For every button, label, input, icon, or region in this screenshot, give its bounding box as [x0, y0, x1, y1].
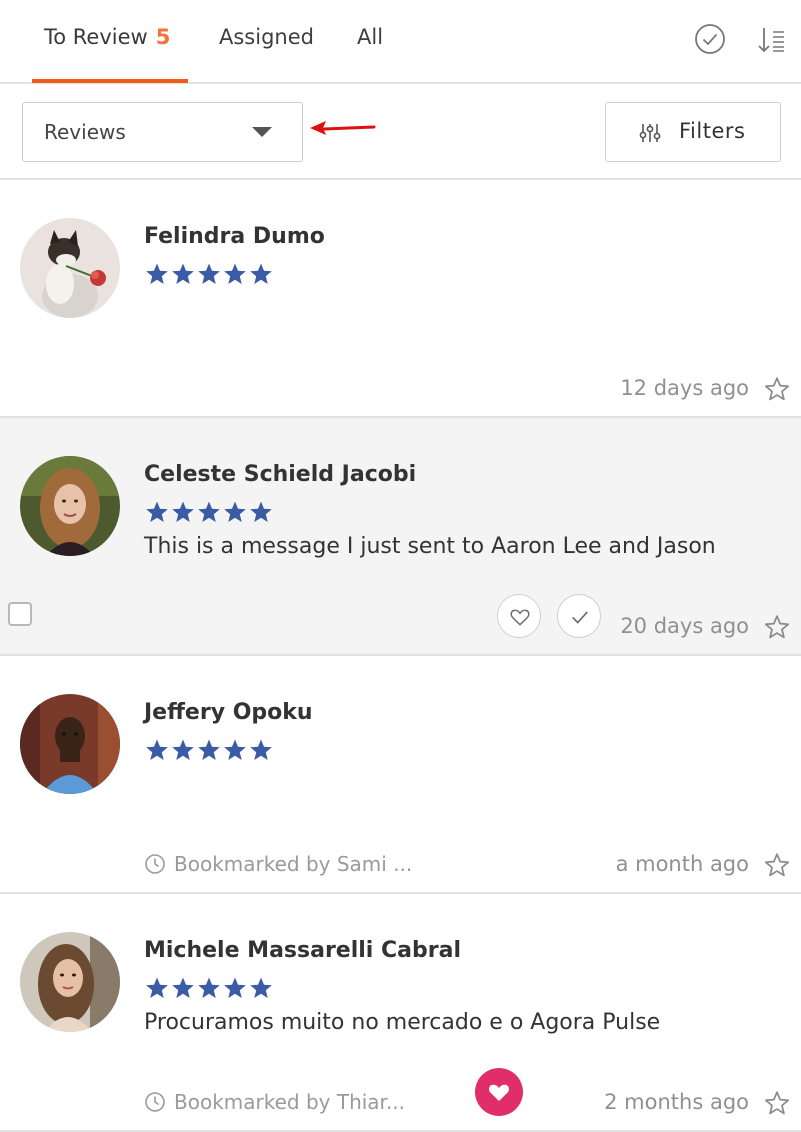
star-outline-icon[interactable] [764, 614, 790, 640]
review-time: a month ago [615, 852, 749, 876]
tab-assigned[interactable]: Assigned [219, 25, 314, 49]
select-checkbox[interactable] [8, 602, 32, 626]
star-filled-icon [250, 739, 272, 760]
star-filled-icon [250, 977, 272, 998]
mark-reviewed-button[interactable] [557, 594, 601, 638]
avatar [20, 932, 120, 1032]
star-filled-icon [172, 739, 194, 760]
tab-all[interactable]: All [357, 25, 383, 49]
avatar [20, 694, 120, 794]
filters-button-label: Filters [679, 119, 746, 143]
star-filled-icon [172, 263, 194, 284]
toolbar: Reviews Filters [0, 84, 801, 180]
star-filled-icon [224, 739, 246, 760]
bookmark-label: Bookmarked by Sami ... [174, 852, 413, 876]
star-outline-icon[interactable] [764, 1090, 790, 1116]
clock-icon [145, 1092, 165, 1112]
content-type-select[interactable]: Reviews [22, 102, 303, 162]
sort-icon[interactable] [754, 22, 788, 56]
star-outline-icon[interactable] [764, 852, 790, 878]
review-time: 2 months ago [604, 1090, 749, 1114]
tab-to-review-count: 5 [155, 25, 171, 49]
review-item[interactable]: Jeffery Opoku Bookmarked by Sami ... a m… [0, 656, 801, 894]
reviewer-name: Celeste Schield Jacobi [144, 462, 417, 487]
red-arrow-annotation-icon [310, 121, 376, 135]
star-outline-icon[interactable] [764, 376, 790, 402]
star-filled-icon [224, 977, 246, 998]
star-filled-icon [146, 977, 168, 998]
star-filled-icon [224, 501, 246, 522]
active-tab-indicator [32, 79, 188, 83]
content-type-select-value: Reviews [44, 120, 126, 144]
bookmark-info: Bookmarked by Thiar... [144, 1090, 405, 1114]
avatar [20, 218, 120, 318]
review-time: 12 days ago [620, 376, 749, 400]
reviewer-name: Felindra Dumo [144, 224, 325, 249]
star-filled-icon [250, 263, 272, 284]
star-filled-icon [198, 739, 220, 760]
star-rating [145, 500, 275, 526]
sliders-icon [639, 124, 661, 142]
review-message: Procuramos muito no mercado e o Agora Pu… [144, 1010, 661, 1035]
star-rating [145, 262, 275, 288]
reviewer-name: Jeffery Opoku [144, 700, 313, 725]
heart-filled-icon [489, 1084, 509, 1101]
check-circle-icon[interactable] [693, 22, 727, 56]
star-filled-icon [224, 263, 246, 284]
star-filled-icon [198, 263, 220, 284]
star-filled-icon [172, 977, 194, 998]
review-time: 20 days ago [620, 614, 749, 638]
star-rating [145, 738, 275, 764]
star-filled-icon [250, 501, 272, 522]
review-item[interactable]: Michele Massarelli Cabral Procuramos mui… [0, 894, 801, 1132]
bookmark-info: Bookmarked by Sami ... [144, 852, 412, 876]
tab-to-review-label: To Review [44, 25, 148, 49]
bookmark-label: Bookmarked by Thiar... [174, 1090, 406, 1114]
liked-button[interactable] [475, 1068, 523, 1116]
star-filled-icon [198, 977, 220, 998]
star-filled-icon [198, 501, 220, 522]
check-icon [572, 611, 588, 624]
tab-to-review[interactable]: To Review 5 [44, 25, 170, 49]
review-item[interactable]: Celeste Schield Jacobi This is a message… [0, 418, 801, 656]
like-button[interactable] [497, 594, 541, 638]
star-filled-icon [146, 501, 168, 522]
clock-icon [145, 854, 165, 874]
reviewer-name: Michele Massarelli Cabral [144, 938, 461, 963]
review-item[interactable]: Felindra Dumo 12 days ago [0, 180, 801, 418]
star-filled-icon [146, 739, 168, 760]
tab-bar: To Review 5 Assigned All [0, 0, 801, 84]
star-rating [145, 976, 275, 1002]
star-filled-icon [146, 263, 168, 284]
filters-button[interactable]: Filters [605, 102, 781, 162]
chevron-down-icon [252, 127, 272, 137]
avatar [20, 456, 120, 556]
star-filled-icon [172, 501, 194, 522]
review-message: This is a message I just sent to Aaron L… [144, 534, 716, 559]
heart-icon [510, 609, 530, 626]
